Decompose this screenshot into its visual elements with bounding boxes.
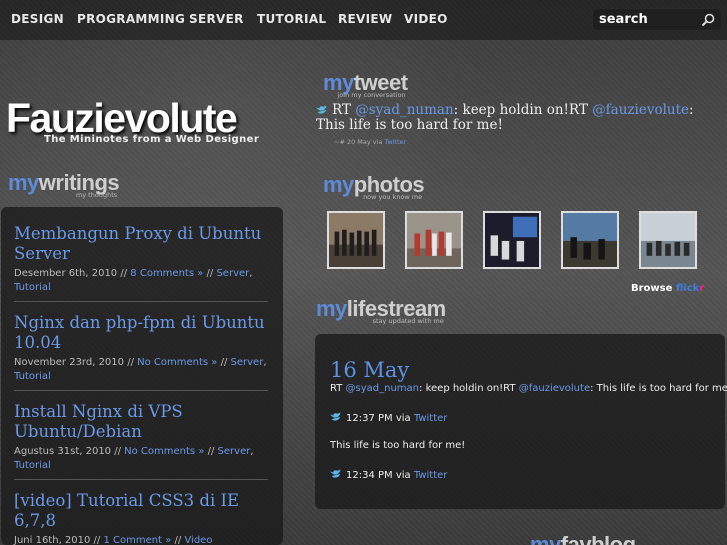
lifestream-via-link[interactable]: Twitter <box>414 413 448 424</box>
flickr-logo-part: flick <box>675 283 700 294</box>
nav-item-design[interactable]: DESIGN <box>11 12 64 26</box>
favblog-heading: myfavblog <box>530 532 636 545</box>
nav-item-review[interactable]: REVIEW <box>338 12 392 26</box>
post-date: Desember 6th, 2010 <box>14 268 118 279</box>
photo-thumbnail[interactable] <box>561 211 619 269</box>
post-comments-link[interactable]: 8 Comments » <box>130 268 203 279</box>
post-item: Nginx dan php-fpm di Ubuntu 10.04 Novemb… <box>14 313 268 391</box>
tweet-user-link[interactable]: @syad_numan <box>355 102 453 118</box>
post-meta: November 23rd, 2010 // No Comments » // … <box>14 357 267 382</box>
post-item: Install Nginx di VPS Ubuntu/Debian Agust… <box>14 402 268 480</box>
post-category-link[interactable]: Server <box>216 268 249 279</box>
post-title[interactable]: Nginx dan php-fpm di Ubuntu 10.04 <box>14 313 268 353</box>
tweet-user-link[interactable]: @fauzievolute <box>592 102 689 118</box>
post-item: [video] Tutorial CSS3 di IE 6,7,8 Juni 1… <box>14 491 268 545</box>
tweet-subheading: join my conversation <box>337 91 406 99</box>
post-meta: Desember 6th, 2010 // 8 Comments » // Se… <box>14 268 253 293</box>
flickr-logo-part: r <box>699 283 705 294</box>
photo-image <box>329 213 383 267</box>
photos-subheading: now you know me <box>363 193 423 201</box>
browse-label: Browse <box>631 283 673 294</box>
post-category-link[interactable]: Server <box>231 357 264 368</box>
lifestream-entry-middle: : keep holdin on!RT <box>419 383 516 394</box>
writings-subheading: my thoughts <box>75 191 118 199</box>
nav-item-programming[interactable]: PROGRAMMING <box>77 12 185 26</box>
site-tagline: The Mininotes from a Web Designer <box>44 134 260 145</box>
writings-heading: mywritings my thoughts <box>8 170 120 199</box>
nav-item-tutorial[interactable]: TUTORIAL <box>257 12 326 26</box>
twitter-bird-icon <box>316 105 327 114</box>
browse-flickr-link[interactable]: Browse flickr <box>631 283 704 294</box>
lifestream-timestamp: 12:34 PM via Twitter <box>330 469 447 481</box>
post-category-link[interactable]: Tutorial <box>14 282 51 293</box>
photo-image <box>407 213 461 267</box>
photo-thumbnail[interactable] <box>639 211 697 269</box>
photo-image <box>563 213 617 267</box>
lifestream-heading-my: my <box>316 296 347 321</box>
tweet-via-link[interactable]: Twitter <box>385 138 407 146</box>
photo-image <box>641 213 695 267</box>
tweet-prefix: RT <box>332 102 351 118</box>
tweet-time: ~# 20 May via <box>334 138 383 146</box>
post-meta: Agustus 31st, 2010 // No Comments » // S… <box>14 446 254 471</box>
writings-heading-my: my <box>8 170 39 195</box>
latest-tweet: RT @syad_numan: keep holdin on!RT @fauzi… <box>316 103 726 150</box>
twitter-bird-icon <box>330 412 341 421</box>
photo-image <box>485 213 539 267</box>
favblog-heading-my: my <box>530 532 561 545</box>
search-input[interactable]: search <box>599 12 648 27</box>
lifestream-heading: mylifestream stay updated with me <box>316 296 446 325</box>
lifestream-entry-prefix: RT <box>330 383 343 394</box>
lifestream-subheading: stay updated with me <box>372 317 444 325</box>
lifestream-timestamp: 12:37 PM via Twitter <box>330 412 447 424</box>
search-box[interactable]: search <box>592 8 722 31</box>
post-category-link[interactable]: Tutorial <box>14 371 51 382</box>
photos-heading-my: my <box>323 172 354 197</box>
nav-item-video[interactable]: VIDEO <box>404 12 448 26</box>
post-category-link[interactable]: Tutorial <box>14 460 51 471</box>
post-title[interactable]: Install Nginx di VPS Ubuntu/Debian <box>14 402 268 442</box>
nav-item-server[interactable]: SERVER <box>189 12 244 26</box>
top-navigation: DESIGN PROGRAMMING SERVER TUTORIAL REVIE… <box>0 0 727 40</box>
post-date: November 23rd, 2010 <box>14 357 125 368</box>
photos-heading: myphotos now you know me <box>323 172 425 201</box>
post-date: Juni 16th, 2010 <box>14 535 91 545</box>
lifestream-via-link[interactable]: Twitter <box>414 470 448 481</box>
photo-thumbnail[interactable] <box>405 211 463 269</box>
tweet-heading: mytweet join my conversation <box>323 70 408 99</box>
lifestream-user-link[interactable]: @syad_numan <box>346 383 420 394</box>
post-comments-link[interactable]: 1 Comment » <box>103 535 171 545</box>
site-logo[interactable]: Fauzievolute The Mininotes from a Web De… <box>6 95 259 145</box>
photo-thumbnail[interactable] <box>483 211 541 269</box>
search-icon[interactable] <box>701 13 715 27</box>
post-comments-link[interactable]: No Comments » <box>137 357 217 368</box>
favblog-heading-word: favblog <box>560 532 636 545</box>
post-meta: Juni 16th, 2010 // 1 Comment » // Video <box>14 535 213 545</box>
lifestream-time: 12:37 PM via <box>346 413 411 424</box>
post-category-link[interactable]: Server <box>218 446 251 457</box>
tweet-timestamp: ~# 20 May via Twitter <box>334 135 726 150</box>
photo-thumbnail[interactable] <box>327 211 385 269</box>
lifestream-date: 16 May <box>330 358 410 382</box>
tweet-middle-text: : keep holdin on!RT <box>453 102 588 118</box>
twitter-bird-icon <box>330 469 341 478</box>
post-item: Membangun Proxy di Ubuntu Server Desembe… <box>14 224 268 302</box>
lifestream-entry-text: : This life is too hard for me! <box>590 383 727 394</box>
post-date: Agustus 31st, 2010 <box>14 446 112 457</box>
post-title[interactable]: [video] Tutorial CSS3 di IE 6,7,8 <box>14 491 268 531</box>
post-category-link[interactable]: Video <box>184 535 212 545</box>
lifestream-entry: This life is too hard for me! <box>330 440 466 451</box>
lifestream-entry: RT @syad_numan: keep holdin on!RT @fauzi… <box>330 383 727 394</box>
post-title[interactable]: Membangun Proxy di Ubuntu Server <box>14 224 268 264</box>
lifestream-time: 12:34 PM via <box>346 470 411 481</box>
post-comments-link[interactable]: No Comments » <box>124 446 204 457</box>
lifestream-user-link[interactable]: @fauzievolute <box>519 383 590 394</box>
